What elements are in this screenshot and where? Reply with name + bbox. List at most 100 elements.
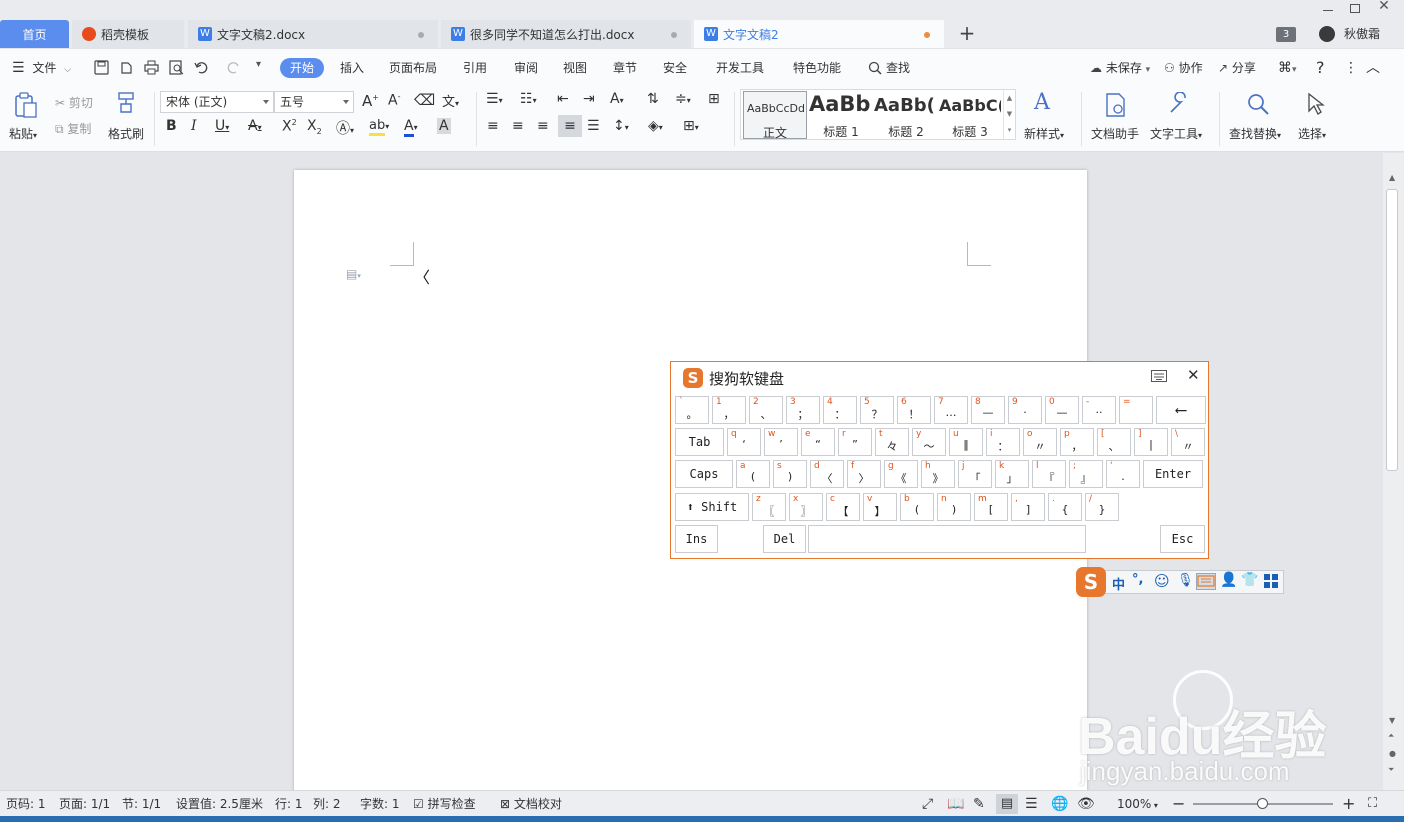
- key[interactable]: j 「: [958, 460, 992, 488]
- paragraph-handle-icon[interactable]: ▤▾: [346, 267, 361, 281]
- unsaved-dot[interactable]: [924, 32, 930, 38]
- key[interactable]: ⟵: [1156, 396, 1206, 424]
- window-count-badge[interactable]: 3: [1276, 27, 1296, 42]
- clear-format-icon[interactable]: ⌫: [414, 91, 435, 109]
- tab-close-dot[interactable]: [671, 32, 677, 38]
- key[interactable]: 7…: [934, 396, 968, 424]
- key[interactable]: .{: [1048, 493, 1082, 521]
- style-heading-3[interactable]: AaBbC( 标题 3: [939, 91, 1001, 139]
- key[interactable]: h 》: [921, 460, 955, 488]
- comments-icon[interactable]: ⌘▾: [1278, 49, 1297, 87]
- key-esc[interactable]: Esc: [1160, 525, 1205, 553]
- zoom-out-button[interactable]: −: [1172, 791, 1185, 817]
- tab-doc-current[interactable]: W 文字文稿2: [694, 20, 944, 48]
- key-del[interactable]: Del: [763, 525, 806, 553]
- key[interactable]: f 〉: [847, 460, 881, 488]
- emoji-icon[interactable]: ☺: [1154, 572, 1170, 590]
- key[interactable]: 9 ·: [1008, 396, 1042, 424]
- microphone-icon[interactable]: 🎙: [1177, 573, 1194, 588]
- ime-lang-toggle[interactable]: 中: [1112, 574, 1125, 593]
- paste-button[interactable]: 粘贴▾: [8, 90, 44, 142]
- key[interactable]: v】: [863, 493, 897, 521]
- key[interactable]: - ··: [1082, 396, 1116, 424]
- decrease-indent-icon[interactable]: ⇤: [557, 91, 569, 107]
- key[interactable]: [、: [1097, 428, 1131, 456]
- menu-security[interactable]: 安全: [663, 49, 687, 87]
- key[interactable]: '.: [1106, 460, 1140, 488]
- highlight-icon[interactable]: ab▾: [369, 118, 389, 136]
- menu-start[interactable]: 开始: [280, 58, 325, 78]
- grow-font-icon[interactable]: A+: [362, 92, 379, 110]
- menu-view[interactable]: 视图: [563, 49, 587, 87]
- select-browse-icon[interactable]: ●: [1389, 749, 1396, 758]
- outline-view-icon[interactable]: ☰: [1025, 791, 1038, 817]
- help-icon[interactable]: ?: [1316, 49, 1325, 87]
- redo-icon[interactable]: [226, 60, 241, 75]
- key[interactable]: \ 〃: [1171, 428, 1205, 456]
- tab-doc-1[interactable]: W 文字文稿2.docx: [188, 20, 438, 48]
- format-painter-button[interactable]: 格式刷: [106, 90, 146, 142]
- key[interactable]: 2、: [749, 396, 783, 424]
- font-color-icon[interactable]: A▾: [404, 118, 418, 137]
- key[interactable]: `。: [675, 396, 709, 424]
- key[interactable]: c 【: [826, 493, 860, 521]
- next-page-icon[interactable]: ⏷: [1388, 765, 1394, 775]
- gallery-scroll[interactable]: ▲ ▼ ▾: [1003, 90, 1015, 139]
- key[interactable]: n): [937, 493, 971, 521]
- key[interactable]: s): [773, 460, 807, 488]
- key[interactable]: k」: [995, 460, 1029, 488]
- more-icon[interactable]: ⋮: [1344, 49, 1358, 87]
- bullets-icon[interactable]: ☰▾: [486, 91, 503, 107]
- status-pages[interactable]: 页面: 1/1: [59, 791, 110, 817]
- new-style-button[interactable]: A 新样式▾: [1022, 90, 1074, 142]
- ime-punct-toggle[interactable]: °,: [1132, 572, 1143, 587]
- key[interactable]: p，: [1060, 428, 1094, 456]
- eye-protect-icon[interactable]: 👁: [1077, 791, 1095, 817]
- key[interactable]: 8—: [971, 396, 1005, 424]
- style-heading-1[interactable]: AaBb 标题 1: [809, 91, 873, 139]
- export-icon[interactable]: [119, 60, 134, 75]
- key[interactable]: e “: [801, 428, 835, 456]
- sogou-ime-logo-icon[interactable]: S: [1076, 567, 1106, 597]
- zoom-level[interactable]: 100% ▾: [1117, 791, 1158, 817]
- menu-insert[interactable]: 插入: [340, 49, 364, 87]
- sort-icon[interactable]: ⇅: [647, 91, 659, 107]
- status-section[interactable]: 节: 1/1: [122, 791, 161, 817]
- text-effect-icon[interactable]: Ⓐ▾: [336, 118, 354, 138]
- key-ins[interactable]: Ins: [675, 525, 718, 553]
- numbering-icon[interactable]: ☷▾: [520, 91, 537, 107]
- align-center-icon[interactable]: ≡: [512, 118, 524, 134]
- minimize-button[interactable]: [1316, 0, 1340, 16]
- key[interactable]: l 『: [1032, 460, 1066, 488]
- subscript-icon[interactable]: X2: [307, 118, 322, 136]
- web-view-icon[interactable]: 🌐: [1051, 791, 1068, 817]
- vertical-scrollbar[interactable]: ▲ ▼ ⏶ ● ⏷: [1383, 153, 1404, 790]
- menu-developer[interactable]: 开发工具: [716, 49, 764, 87]
- tab-docer-templates[interactable]: 稻壳模板: [72, 20, 184, 48]
- key[interactable]: 0—: [1045, 396, 1079, 424]
- share-button[interactable]: ↗ 分享: [1218, 49, 1256, 87]
- shading-icon[interactable]: ◈▾: [648, 118, 663, 134]
- menu-references[interactable]: 引用: [463, 49, 487, 87]
- zoom-in-button[interactable]: +: [1342, 791, 1355, 817]
- shrink-font-icon[interactable]: A-: [388, 92, 400, 109]
- align-right-icon[interactable]: ≡: [537, 118, 549, 134]
- user-center-icon[interactable]: 👤: [1220, 572, 1237, 588]
- strikethrough-icon[interactable]: A▾: [248, 118, 262, 134]
- key[interactable]: r”: [838, 428, 872, 456]
- cut-button[interactable]: ✂ 剪切: [55, 94, 93, 111]
- text-tools-button[interactable]: 文字工具▾: [1149, 90, 1211, 142]
- menu-special[interactable]: 特色功能: [793, 49, 841, 87]
- maximize-button[interactable]: [1343, 0, 1367, 16]
- status-col[interactable]: 列: 2: [313, 791, 341, 817]
- font-family-select[interactable]: 宋体 (正文): [160, 91, 274, 113]
- key[interactable]: Tab: [675, 428, 724, 456]
- menu-search[interactable]: 查找: [868, 49, 910, 87]
- collab-button[interactable]: ⚇ 协作: [1164, 49, 1203, 87]
- status-page-number[interactable]: 页码: 1: [6, 791, 46, 817]
- keyboard-type-icon[interactable]: [1151, 370, 1167, 382]
- line-spacing-icon[interactable]: ↕▾: [613, 118, 629, 134]
- key[interactable]: z 〖: [752, 493, 786, 521]
- new-tab-button[interactable]: +: [958, 23, 976, 43]
- doc-proof-button[interactable]: ⊠ 文档校对: [500, 791, 562, 817]
